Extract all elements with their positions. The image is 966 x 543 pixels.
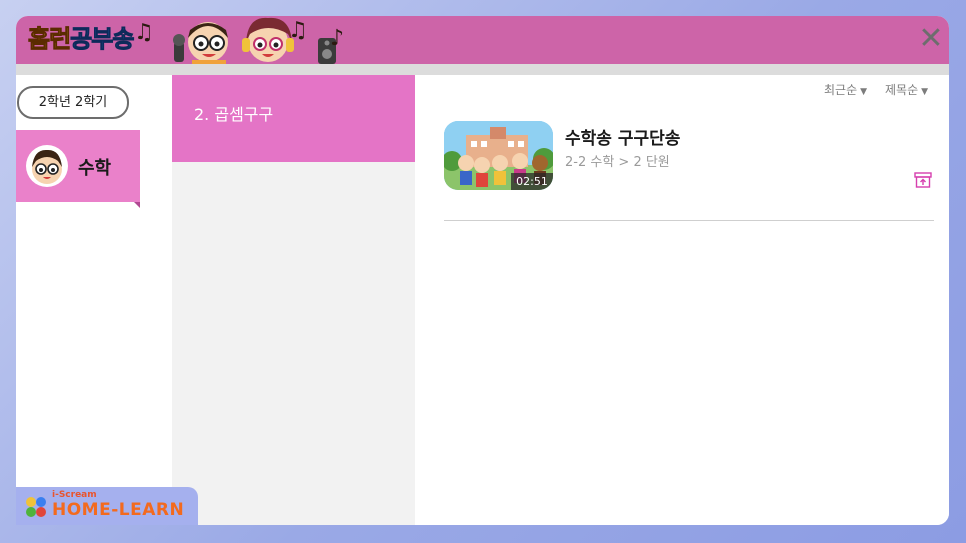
- caret-down-icon: ▼: [860, 87, 868, 97]
- characters-illustration: [173, 17, 336, 64]
- subject-label: 수학: [78, 158, 112, 179]
- logo-title-part2: 공부송: [70, 25, 135, 54]
- music-note-icon: ♫: [134, 20, 154, 45]
- music-note-icon: ♪: [330, 26, 345, 51]
- popup-window: 홈런공부송 ♫ ♫ ♪ ✕ 2학년 2학기 수학 2. 곱셈구구 최근순 ▼ 제…: [16, 16, 949, 525]
- sort-title-button[interactable]: 제목순 ▼: [885, 81, 928, 98]
- video-thumbnail[interactable]: 02:51: [444, 121, 553, 190]
- video-item[interactable]: 02:51 수학송 구구단송 2-2 수학 > 2 단원: [444, 121, 934, 205]
- math-character-avatar: [26, 145, 68, 187]
- logo-title-part1: 홈런: [27, 25, 71, 54]
- brand-name: HOME-LEARN: [52, 500, 185, 520]
- brand-small-text: i-Scream: [52, 490, 97, 500]
- brand-logo-icon: [26, 497, 46, 517]
- list-divider: [444, 220, 934, 221]
- music-note-icon: ♫: [288, 18, 308, 43]
- sort-recent-button[interactable]: 최근순 ▼: [824, 81, 867, 98]
- sort-title-label: 제목순: [885, 83, 919, 97]
- header-bar: 홈런공부송 ♫ ♫ ♪ ✕: [16, 16, 949, 64]
- sort-recent-label: 최근순: [824, 83, 858, 97]
- app-logo-title: 홈런공부송: [27, 22, 135, 56]
- archive-upload-icon[interactable]: [914, 172, 932, 188]
- caret-down-icon: ▼: [921, 87, 929, 97]
- selection-fold: [134, 202, 140, 208]
- unit-item-multiplication[interactable]: 2. 곱셈구구: [172, 75, 415, 162]
- close-button[interactable]: ✕: [916, 22, 946, 56]
- unit-list: 2. 곱셈구구: [172, 75, 415, 525]
- subject-sidebar: 2학년 2학기 수학: [16, 75, 172, 525]
- grade-selector-button[interactable]: 2학년 2학기: [17, 86, 129, 119]
- video-title: 수학송 구구단송: [565, 129, 681, 149]
- unit-label: 2. 곱셈구구: [194, 105, 274, 124]
- video-list: 최근순 ▼ 제목순 ▼ 02:51 수학송 구구단송 2-2 수학 > 2 단원: [415, 75, 949, 525]
- header-divider: [16, 64, 949, 75]
- brand-tab: i-Scream HOME-LEARN: [16, 487, 198, 525]
- subject-item-math[interactable]: 수학: [16, 130, 140, 208]
- video-breadcrumb: 2-2 수학 > 2 단원: [565, 155, 670, 170]
- video-duration: 02:51: [511, 173, 553, 190]
